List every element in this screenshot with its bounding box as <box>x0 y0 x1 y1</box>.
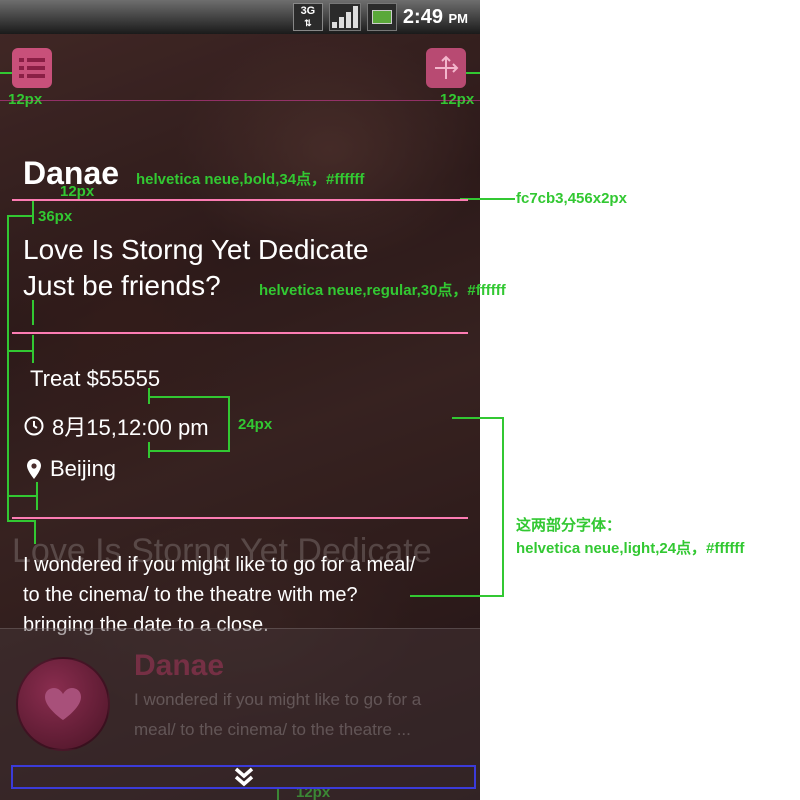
bracket-vertical-3 <box>32 335 34 363</box>
gap-marker-a <box>32 200 34 224</box>
signal-icon <box>328 3 361 31</box>
status-bar: 3G ⇅ 2:49 PM <box>0 0 480 34</box>
datetime-text: 8月15,12:00 pm <box>52 415 209 440</box>
next-card-preview-line-2: meal/ to the cinema/ to the theatre ... <box>134 720 411 739</box>
share-button[interactable] <box>426 48 466 88</box>
headline: Love Is Storng Yet Dedicate Just be frie… <box>23 232 369 304</box>
clock-ampm: PM <box>448 10 469 26</box>
headline-line-2: Just be friends? <box>23 270 221 301</box>
annotation-row-gap: 24px <box>238 416 273 433</box>
bracket-vertical-outer <box>7 215 9 520</box>
next-card-preview-line-1: I wondered if you might like to go for a <box>134 690 422 709</box>
row-gap-tick-bottom <box>148 442 150 458</box>
network-icon: 3G ⇅ <box>292 3 323 31</box>
row-gap-bracket-bottom <box>148 450 230 452</box>
divider-bottom <box>12 517 468 519</box>
location-text: Beijing <box>50 456 117 481</box>
treat-row: Treat $55555 <box>30 366 160 392</box>
bracket-tick-3 <box>7 495 37 497</box>
status-clock: 2:49 PM <box>403 6 468 29</box>
bracket-tick-2 <box>7 350 33 352</box>
battery-icon <box>366 3 397 31</box>
bracket-tick-4 <box>7 520 35 522</box>
profile-name: Danae <box>23 155 120 191</box>
divider-middle <box>12 332 468 334</box>
menu-button[interactable] <box>12 48 52 88</box>
annotation-section-gap: 36px <box>38 208 73 225</box>
annotation-name-font: helvetica neue,bold,34点，#ffffff <box>136 171 365 188</box>
message-text: I wondered if you might like to go for a… <box>23 550 473 640</box>
row-gap-bracket-side <box>228 396 230 452</box>
like-button[interactable] <box>16 657 110 751</box>
divider-spec-leader <box>460 198 515 200</box>
next-card-name: Danae <box>134 649 225 682</box>
message-line-2: to the cinema/ to the theatre with me? <box>23 584 358 606</box>
headline-line-1: Love Is Storng Yet Dedicate <box>23 234 369 265</box>
menu-icon <box>19 58 45 78</box>
divider-top <box>12 199 468 201</box>
double-chevron-down-icon <box>234 767 253 787</box>
guide-line-topbar <box>0 100 480 101</box>
heart-icon <box>45 688 81 720</box>
margin-marker-right <box>466 72 480 74</box>
phone-screen: 3G ⇅ 2:49 PM Danae Love Is Storng Yet De… <box>0 0 480 800</box>
row-gap-bracket-top <box>148 396 230 398</box>
message-line-1: I wondered if you might like to go for a… <box>23 554 416 576</box>
clock-icon <box>24 416 44 436</box>
expand-button[interactable] <box>11 765 476 789</box>
font-bracket-side <box>502 417 504 597</box>
annotation-light-font-spec: helvetica neue,light,24点，#ffffff <box>516 540 745 557</box>
treat-text: Treat $55555 <box>30 366 161 391</box>
clock-time: 2:49 <box>402 5 443 28</box>
margin-marker-left <box>0 72 12 74</box>
next-card-preview: I wondered if you might like to go for a… <box>134 685 464 745</box>
share-icon <box>435 55 459 79</box>
network-label: 3G <box>300 5 316 17</box>
annotation-divider-spec: fc7cb3,456x2px <box>516 190 627 207</box>
location-pin-icon <box>27 459 41 479</box>
location-row: Beijing <box>26 456 116 482</box>
design-spec-canvas: 3G ⇅ 2:49 PM Danae Love Is Storng Yet De… <box>0 0 800 800</box>
bracket-vertical-4 <box>36 482 38 510</box>
annotation-light-font-title: 这两部分字体： <box>516 517 622 534</box>
datetime-row: 8月15,12:00 pm <box>24 410 209 442</box>
bracket-tick-1 <box>7 215 33 217</box>
font-bracket-top <box>452 417 504 419</box>
